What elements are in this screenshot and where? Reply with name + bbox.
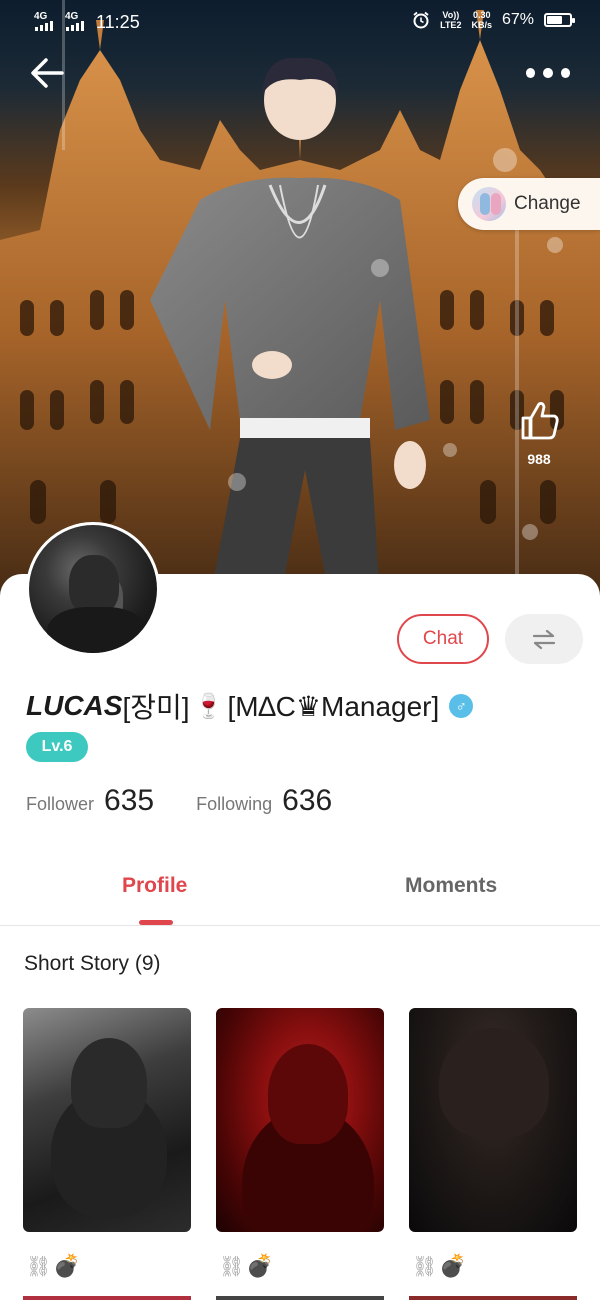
story-preview-strip [216,1296,384,1300]
bomb-icon: 💣 [439,1253,467,1278]
following-count[interactable]: 636 [282,784,332,818]
change-outfit-button[interactable]: Change [458,178,600,230]
profile-tabs: Profile Moments [0,860,600,926]
story-tags: ⛓ 💣 [219,1252,274,1280]
chain-icon: ⛓ [219,1255,244,1278]
back-arrow-icon [31,58,64,88]
story-tags: ⛓ 💣 [26,1252,81,1280]
battery-percent: 67% [501,11,534,28]
profile-name-row: LUCAS [장미] 🍷 [M∆C♛Manager] ♂ [26,686,474,726]
tab-moments[interactable]: Moments [405,874,497,898]
following-label[interactable]: Following [196,794,272,815]
profile-name-suffix: [장미] [122,692,190,723]
bomb-icon: 💣 [246,1253,274,1278]
follower-label[interactable]: Follower [26,794,94,815]
male-gender-icon: ♂ [449,694,474,718]
follow-stats: Follower 635 Following 636 [26,784,332,818]
volte-indicator: Vo)) LTE2 [440,10,462,30]
signal-icon: 4G [65,11,84,31]
more-options-button[interactable] [526,62,570,84]
story-tags: ⛓ 💣 [412,1252,467,1280]
swap-arrows-icon [532,629,556,650]
swap-button[interactable] [505,614,583,664]
active-tab-indicator [139,920,173,925]
wine-emoji: 🍷 [193,692,224,720]
back-button[interactable] [28,52,70,94]
chain-icon: ⛓ [26,1255,51,1278]
story-preview-strip [409,1296,577,1300]
chat-button[interactable]: Chat [397,614,489,664]
story-card[interactable] [409,1008,577,1232]
battery-icon [544,13,575,27]
story-card[interactable] [23,1008,191,1232]
like-count: 988 [527,451,551,467]
like-button[interactable]: 988 [514,398,564,470]
short-story-title: Short Story (9) [24,952,161,975]
chain-icon: ⛓ [412,1255,437,1278]
status-bar: 4G 4G 11:25 Vo)) LTE2 0.30 KB/s 67% [0,0,600,44]
bomb-icon: 💣 [53,1253,81,1278]
outfit-thumbnail-icon [472,187,506,221]
change-label: Change [514,193,581,214]
status-time: 11:25 [96,12,140,32]
level-badge: Lv.6 [26,732,88,762]
network-speed: 0.30 KB/s [471,10,492,30]
signal-icon: 4G [34,11,53,31]
more-dots-icon [526,68,536,78]
tab-profile[interactable]: Profile [122,874,187,898]
story-preview-strip [23,1296,191,1300]
alarm-icon [413,11,429,29]
follower-count[interactable]: 635 [104,784,154,818]
profile-name: LUCAS [26,690,123,721]
thumbs-up-icon [521,402,559,440]
story-card[interactable] [216,1008,384,1232]
avatar[interactable] [26,522,160,656]
profile-title: [M∆C♛Manager] [227,690,440,722]
